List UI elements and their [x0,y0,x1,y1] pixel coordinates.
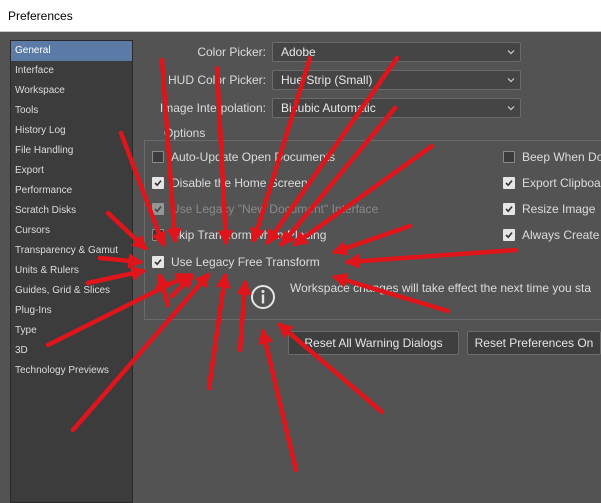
sidebar-item-transparency-gamut[interactable]: Transparency & Gamut [11,241,132,261]
beep-when-done-checkbox[interactable] [503,151,515,163]
chevron-down-icon [507,78,515,83]
window-title: Preferences [8,9,73,23]
checkmark-icon [505,180,513,187]
hud-color-picker-value: Hue Strip (Small) [281,73,373,87]
color-picker-select[interactable]: Adobe [272,42,521,62]
workspace-changes-notice: Workspace changes will take effect the n… [290,281,592,295]
sidebar-item-technology-previews[interactable]: Technology Previews [11,361,132,381]
legacy-free-transform-checkbox[interactable] [152,256,164,268]
hud-color-picker-select[interactable]: Hue Strip (Small) [272,70,521,90]
sidebar-item-3d[interactable]: 3D [11,341,132,361]
chevron-down-icon [507,50,515,55]
reset-preferences-button[interactable]: Reset Preferences On [467,331,601,355]
sidebar-item-interface[interactable]: Interface [11,61,132,81]
sidebar-item-units-rulers[interactable]: Units & Rulers [11,261,132,281]
legacy-new-document-label: Use Legacy "New Document" Interface [171,202,379,216]
sidebar-item-export[interactable]: Export [11,161,132,181]
reset-all-warning-dialogs-button[interactable]: Reset All Warning Dialogs [288,331,459,355]
auto-update-open-documents-checkbox[interactable] [152,151,164,163]
checkmark-icon [154,259,162,266]
auto-update-open-documents-label: Auto-Update Open Documents [171,150,336,164]
always-create-checkbox[interactable] [503,229,515,241]
color-picker-label: Color Picker: [197,45,266,59]
image-interpolation-label: Image Interpolation: [159,101,266,115]
resize-image-label: Resize Image [522,202,596,216]
sidebar-item-history-log[interactable]: History Log [11,121,132,141]
info-icon [251,285,275,309]
checkmark-icon [154,180,162,187]
always-create-label: Always Create [522,228,600,242]
sidebar-item-file-handling[interactable]: File Handling [11,141,132,161]
sidebar-item-workspace[interactable]: Workspace [11,81,132,101]
sidebar-item-guides-grid-slices[interactable]: Guides, Grid & Slices [11,281,132,301]
sidebar-item-plug-ins[interactable]: Plug-Ins [11,301,132,321]
sidebar-item-type[interactable]: Type [11,321,132,341]
sidebar-item-general[interactable]: General [11,41,132,61]
image-interpolation-select[interactable]: Bicubic Automatic [272,98,521,118]
checkmark-icon [505,232,513,239]
chevron-down-icon [507,106,515,111]
disable-home-screen-checkbox[interactable] [152,177,164,189]
sidebar-item-tools[interactable]: Tools [11,101,132,121]
image-interpolation-value: Bicubic Automatic [281,101,376,115]
skip-transform-when-placing-label: Skip Transform when Placing [171,228,327,242]
skip-transform-when-placing-checkbox[interactable] [152,229,164,241]
resize-image-checkbox[interactable] [503,203,515,215]
export-clipboard-label: Export Clipboa [522,176,601,190]
options-group-title: Options [160,126,210,140]
checkmark-icon [505,206,513,213]
checkmark-icon [154,206,162,213]
export-clipboard-checkbox[interactable] [503,177,515,189]
color-picker-value: Adobe [281,45,316,59]
hud-color-picker-label: HUD Color Picker: [167,73,266,87]
preferences-sidebar: General Interface Workspace Tools Histor… [10,40,133,503]
legacy-free-transform-label: Use Legacy Free Transform [171,255,320,269]
sidebar-item-cursors[interactable]: Cursors [11,221,132,241]
title-bar: Preferences [0,0,601,32]
disable-home-screen-label: Disable the Home Screen [171,176,308,190]
sidebar-item-scratch-disks[interactable]: Scratch Disks [11,201,132,221]
sidebar-item-performance[interactable]: Performance [11,181,132,201]
beep-when-done-label: Beep When Do [522,150,601,164]
legacy-new-document-checkbox[interactable] [152,203,164,215]
